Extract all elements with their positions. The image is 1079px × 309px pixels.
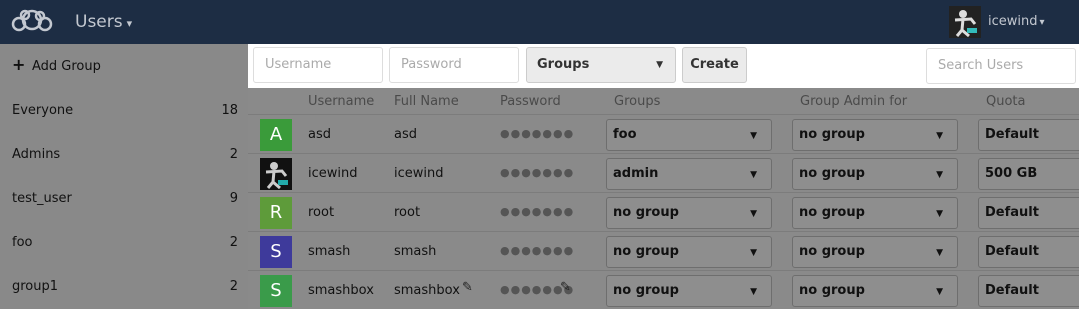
caret-down-icon: ▼ bbox=[750, 287, 757, 297]
full-name-cell[interactable]: asd bbox=[394, 127, 417, 142]
table-row: A asd asd ●●●●●●● foo ▼ no group ▼ Default bbox=[248, 114, 1079, 153]
caret-down-icon: ▼ bbox=[750, 248, 757, 258]
caret-down-icon: ▼ bbox=[936, 170, 943, 180]
password-cell[interactable]: ●●●●●●● bbox=[500, 166, 574, 179]
password-cell[interactable]: ●●●●●●● bbox=[500, 127, 574, 140]
column-header-password: Password bbox=[500, 94, 561, 109]
groups-select[interactable]: admin ▼ bbox=[606, 158, 772, 190]
avatar: R bbox=[260, 197, 292, 229]
user-menu[interactable]: icewind ▾ bbox=[988, 14, 1045, 29]
username-cell: smash bbox=[308, 244, 351, 259]
sidebar-item-everyone[interactable]: Everyone 18 bbox=[0, 88, 248, 132]
users-table: Username Full Name Password Groups Group… bbox=[248, 88, 1079, 309]
add-group-label: Add Group bbox=[32, 59, 101, 74]
avatar: S bbox=[260, 275, 292, 307]
group-admin-select[interactable]: no group ▼ bbox=[792, 158, 958, 190]
quota-select[interactable]: 500 GB bbox=[978, 158, 1079, 190]
password-cell[interactable]: ●●●●●●● bbox=[500, 244, 574, 257]
groups-select[interactable]: foo ▼ bbox=[606, 119, 772, 151]
quota-select[interactable]: Default bbox=[978, 119, 1079, 151]
search-users-input[interactable]: Search Users bbox=[926, 48, 1076, 84]
group-admin-select[interactable]: no group ▼ bbox=[792, 197, 958, 229]
column-header-group-admin: Group Admin for bbox=[800, 94, 908, 109]
group-sidebar: + Add Group Everyone 18 Admins 2 test_us… bbox=[0, 44, 248, 309]
caret-down-icon: ▼ bbox=[936, 209, 943, 219]
owncloud-logo-icon[interactable] bbox=[10, 7, 54, 39]
column-header-username[interactable]: Username bbox=[308, 94, 374, 109]
plus-icon: + bbox=[12, 55, 26, 74]
sidebar-item-admins[interactable]: Admins 2 bbox=[0, 132, 248, 176]
sidebar-item-test-user[interactable]: test_user 9 bbox=[0, 176, 248, 220]
table-row: R root root ●●●●●●● no group ▼ no group ▼ … bbox=[248, 192, 1079, 231]
caret-down-icon: ▼ bbox=[750, 131, 757, 141]
avatar: S bbox=[260, 236, 292, 268]
username-cell: smashbox bbox=[308, 283, 374, 298]
sidebar-item-group1[interactable]: group1 2 bbox=[0, 264, 248, 308]
table-row: S smashbox smashbox ✎ ●●●●●●● ✎ no group… bbox=[248, 270, 1079, 309]
quota-select[interactable]: Default bbox=[978, 236, 1079, 268]
groups-dropdown[interactable]: Groups ▼ bbox=[526, 47, 676, 83]
caret-down-icon: ▼ bbox=[656, 60, 663, 70]
quota-select[interactable]: Default bbox=[978, 275, 1079, 307]
group-admin-select[interactable]: no group ▼ bbox=[792, 119, 958, 151]
table-row: S smash smash ●●●●●●● no group ▼ no group… bbox=[248, 231, 1079, 270]
chevron-down-icon: ▾ bbox=[126, 17, 133, 30]
create-button[interactable]: Create bbox=[682, 47, 747, 83]
username-cell: icewind bbox=[308, 166, 358, 181]
full-name-cell[interactable]: smash bbox=[394, 244, 436, 259]
caret-down-icon: ▼ bbox=[936, 248, 943, 258]
column-header-quota: Quota bbox=[986, 94, 1026, 109]
groups-select[interactable]: no group ▼ bbox=[606, 236, 772, 268]
add-group-button[interactable]: + Add Group bbox=[0, 44, 248, 88]
pencil-icon[interactable]: ✎ bbox=[560, 280, 571, 295]
user-avatar[interactable] bbox=[949, 6, 981, 38]
chevron-down-icon: ▾ bbox=[1039, 17, 1045, 28]
username-cell: root bbox=[308, 205, 335, 220]
new-user-controls: Username Password Groups ▼ Create Search… bbox=[248, 44, 1079, 88]
caret-down-icon: ▼ bbox=[936, 131, 943, 141]
pencil-icon[interactable]: ✎ bbox=[462, 280, 473, 295]
username-cell: asd bbox=[308, 127, 331, 142]
full-name-cell[interactable]: icewind bbox=[394, 166, 444, 181]
quota-select[interactable]: Default bbox=[978, 197, 1079, 229]
password-cell[interactable]: ●●●●●●● bbox=[500, 205, 574, 218]
avatar: A bbox=[260, 119, 292, 151]
group-admin-select[interactable]: no group ▼ bbox=[792, 236, 958, 268]
group-admin-select[interactable]: no group ▼ bbox=[792, 275, 958, 307]
full-name-cell[interactable]: root bbox=[394, 205, 420, 220]
column-header-groups: Groups bbox=[614, 94, 661, 109]
groups-select[interactable]: no group ▼ bbox=[606, 197, 772, 229]
caret-down-icon: ▼ bbox=[936, 287, 943, 297]
password-input[interactable]: Password bbox=[389, 47, 519, 83]
sidebar-item-foo[interactable]: foo 2 bbox=[0, 220, 248, 264]
groups-select[interactable]: no group ▼ bbox=[606, 275, 772, 307]
avatar bbox=[260, 158, 292, 190]
username-input[interactable]: Username bbox=[253, 47, 383, 83]
caret-down-icon: ▼ bbox=[750, 209, 757, 219]
app-title[interactable]: Users ▾ bbox=[75, 12, 132, 32]
full-name-cell[interactable]: smashbox bbox=[394, 283, 460, 298]
column-header-full-name[interactable]: Full Name bbox=[394, 94, 459, 109]
table-row: icewind icewind ●●●●●●● admin ▼ no group ▼… bbox=[248, 153, 1079, 192]
caret-down-icon: ▼ bbox=[750, 170, 757, 180]
top-header: Users ▾ icewind ▾ bbox=[0, 0, 1079, 44]
